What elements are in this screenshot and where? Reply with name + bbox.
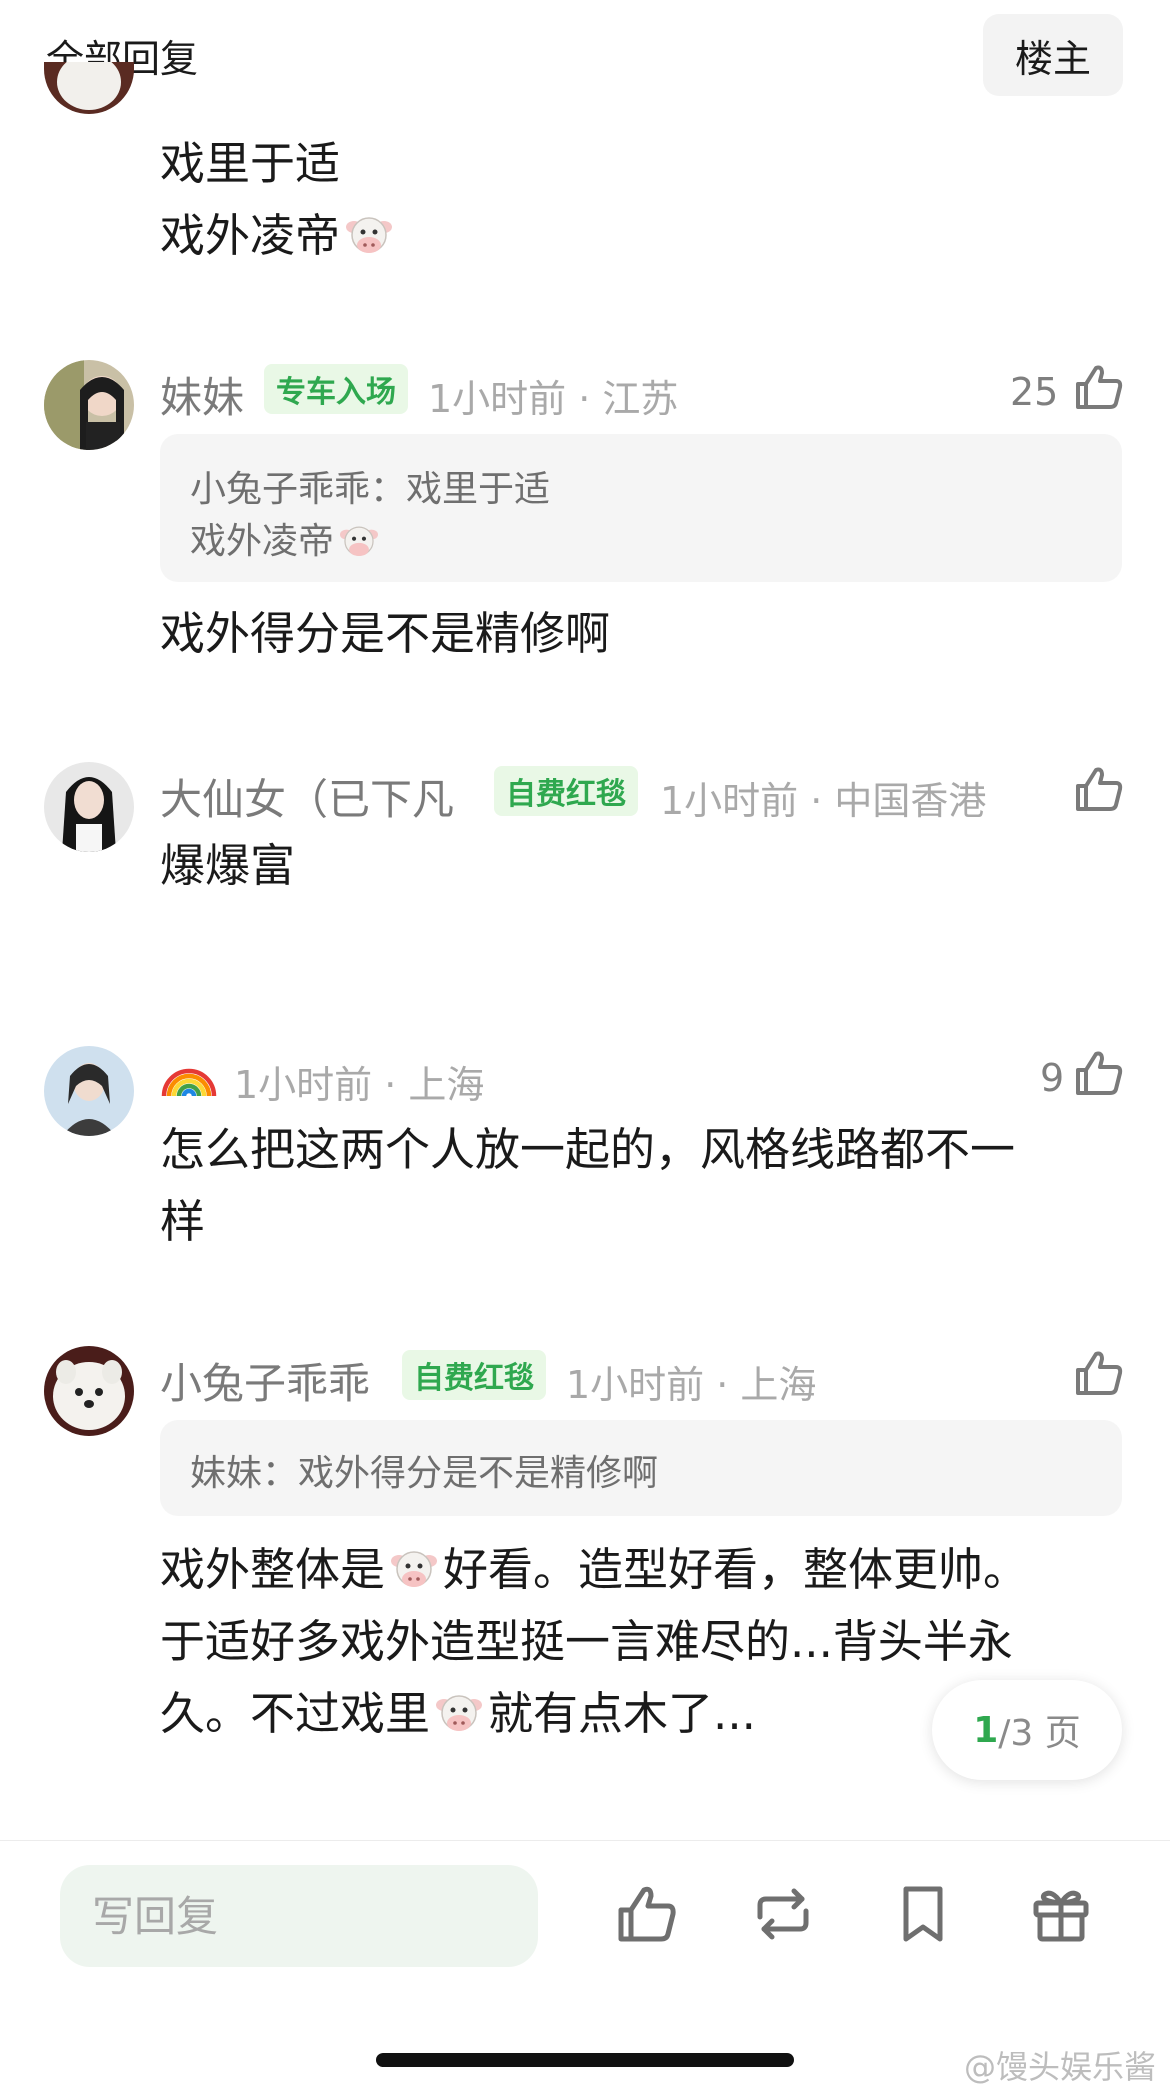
like-icon[interactable] xyxy=(1074,1348,1124,1398)
comment-text-span: 久。不过戏里 xyxy=(160,1687,431,1740)
gift-icon[interactable] xyxy=(1030,1883,1092,1945)
quote-line: 戏外凌帝 xyxy=(190,512,384,564)
current-page: 1 xyxy=(973,1709,999,1751)
quote-author: 妹妹： xyxy=(190,1453,299,1494)
comment-text-line: 戏外凌帝 xyxy=(160,200,398,272)
avatar[interactable] xyxy=(44,762,134,852)
cow-emoji-icon xyxy=(344,213,394,259)
cow-emoji-icon xyxy=(389,1547,439,1593)
quoted-reply[interactable]: 妹妹：戏外得分是不是精修啊 xyxy=(160,1420,1122,1516)
quote-line: 小兔子乖乖：戏里于适 xyxy=(190,460,550,512)
commenter-name[interactable]: 大仙女（已下凡 xyxy=(160,766,454,827)
like-icon[interactable] xyxy=(1074,764,1124,814)
quote-text: 戏外凌帝 xyxy=(190,521,335,562)
quote-text: 戏外得分是不是精修啊 xyxy=(298,1453,659,1494)
comment-text-line: 样 xyxy=(160,1195,206,1248)
status-badge: 自费红毯 xyxy=(402,1350,546,1400)
comment-text: 戏外得分是不是精修啊 xyxy=(160,607,611,660)
quoted-reply[interactable]: 小兔子乖乖：戏里于适 戏外凌帝 xyxy=(160,434,1122,582)
like-count: 9 xyxy=(1040,1056,1065,1100)
cow-emoji-icon xyxy=(338,523,380,561)
commenter-name[interactable]: 妹妹 xyxy=(160,364,244,425)
comment-text-span: 戏外整体是 xyxy=(160,1543,386,1596)
comment-text: 爆爆富 xyxy=(160,839,296,892)
op-only-button[interactable]: 楼主 xyxy=(983,14,1123,96)
like-icon[interactable] xyxy=(616,1883,678,1945)
comment-text-span: 戏外凌帝 xyxy=(160,209,341,262)
comment-text-line: 久。不过戏里 就有点木了... xyxy=(160,1678,756,1750)
cow-emoji-icon xyxy=(434,1691,484,1737)
comment-text-span: 就有点木了... xyxy=(488,1687,756,1740)
header: 全部回复 楼主 xyxy=(0,0,1170,110)
comment-text-line: 戏外整体是 好看。造型好看，整体更帅。 xyxy=(160,1534,1028,1606)
comment-text-line: 于适好多戏外造型挺一言难尽的...背头半永 xyxy=(160,1615,1013,1668)
avatar[interactable] xyxy=(44,360,134,450)
quote-text: 戏里于适 xyxy=(406,469,551,510)
comment-text-line: 戏里于适 xyxy=(160,137,341,190)
comment-meta: 1小时前 · 中国香港 xyxy=(660,779,987,823)
comment-text-span: 好看。造型好看，整体更帅。 xyxy=(443,1543,1029,1596)
like-count: 25 xyxy=(1010,370,1059,414)
watermark: @馒头娱乐酱 xyxy=(963,2048,1156,2086)
avatar[interactable] xyxy=(44,1046,134,1136)
quote-author: 小兔子乖乖： xyxy=(190,469,407,510)
page-indicator[interactable]: 1/3 页 xyxy=(932,1680,1122,1780)
status-badge: 专车入场 xyxy=(264,364,408,414)
rainbow-emoji-icon xyxy=(160,1048,218,1098)
comment-text-line: 怎么把这两个人放一起的，风格线路都不一 xyxy=(160,1123,1016,1176)
reply-input[interactable] xyxy=(60,1865,538,1967)
quote-line: 妹妹：戏外得分是不是精修啊 xyxy=(190,1444,658,1496)
comment-meta: 1小时前 · 上海 xyxy=(566,1363,817,1407)
page-total: /3 页 xyxy=(998,1713,1081,1754)
commenter-name[interactable]: 小兔子乖乖 xyxy=(160,1350,370,1411)
repost-icon[interactable] xyxy=(752,1883,814,1945)
bookmark-icon[interactable] xyxy=(892,1883,954,1945)
status-badge: 自费红毯 xyxy=(494,766,638,816)
home-indicator xyxy=(376,2053,794,2067)
like-icon[interactable] xyxy=(1074,1048,1124,1098)
comment-meta: 1小时前 · 上海 xyxy=(234,1063,485,1107)
avatar[interactable] xyxy=(44,1346,134,1436)
like-icon[interactable] xyxy=(1074,362,1124,412)
comment-meta: 1小时前 · 江苏 xyxy=(428,377,679,421)
